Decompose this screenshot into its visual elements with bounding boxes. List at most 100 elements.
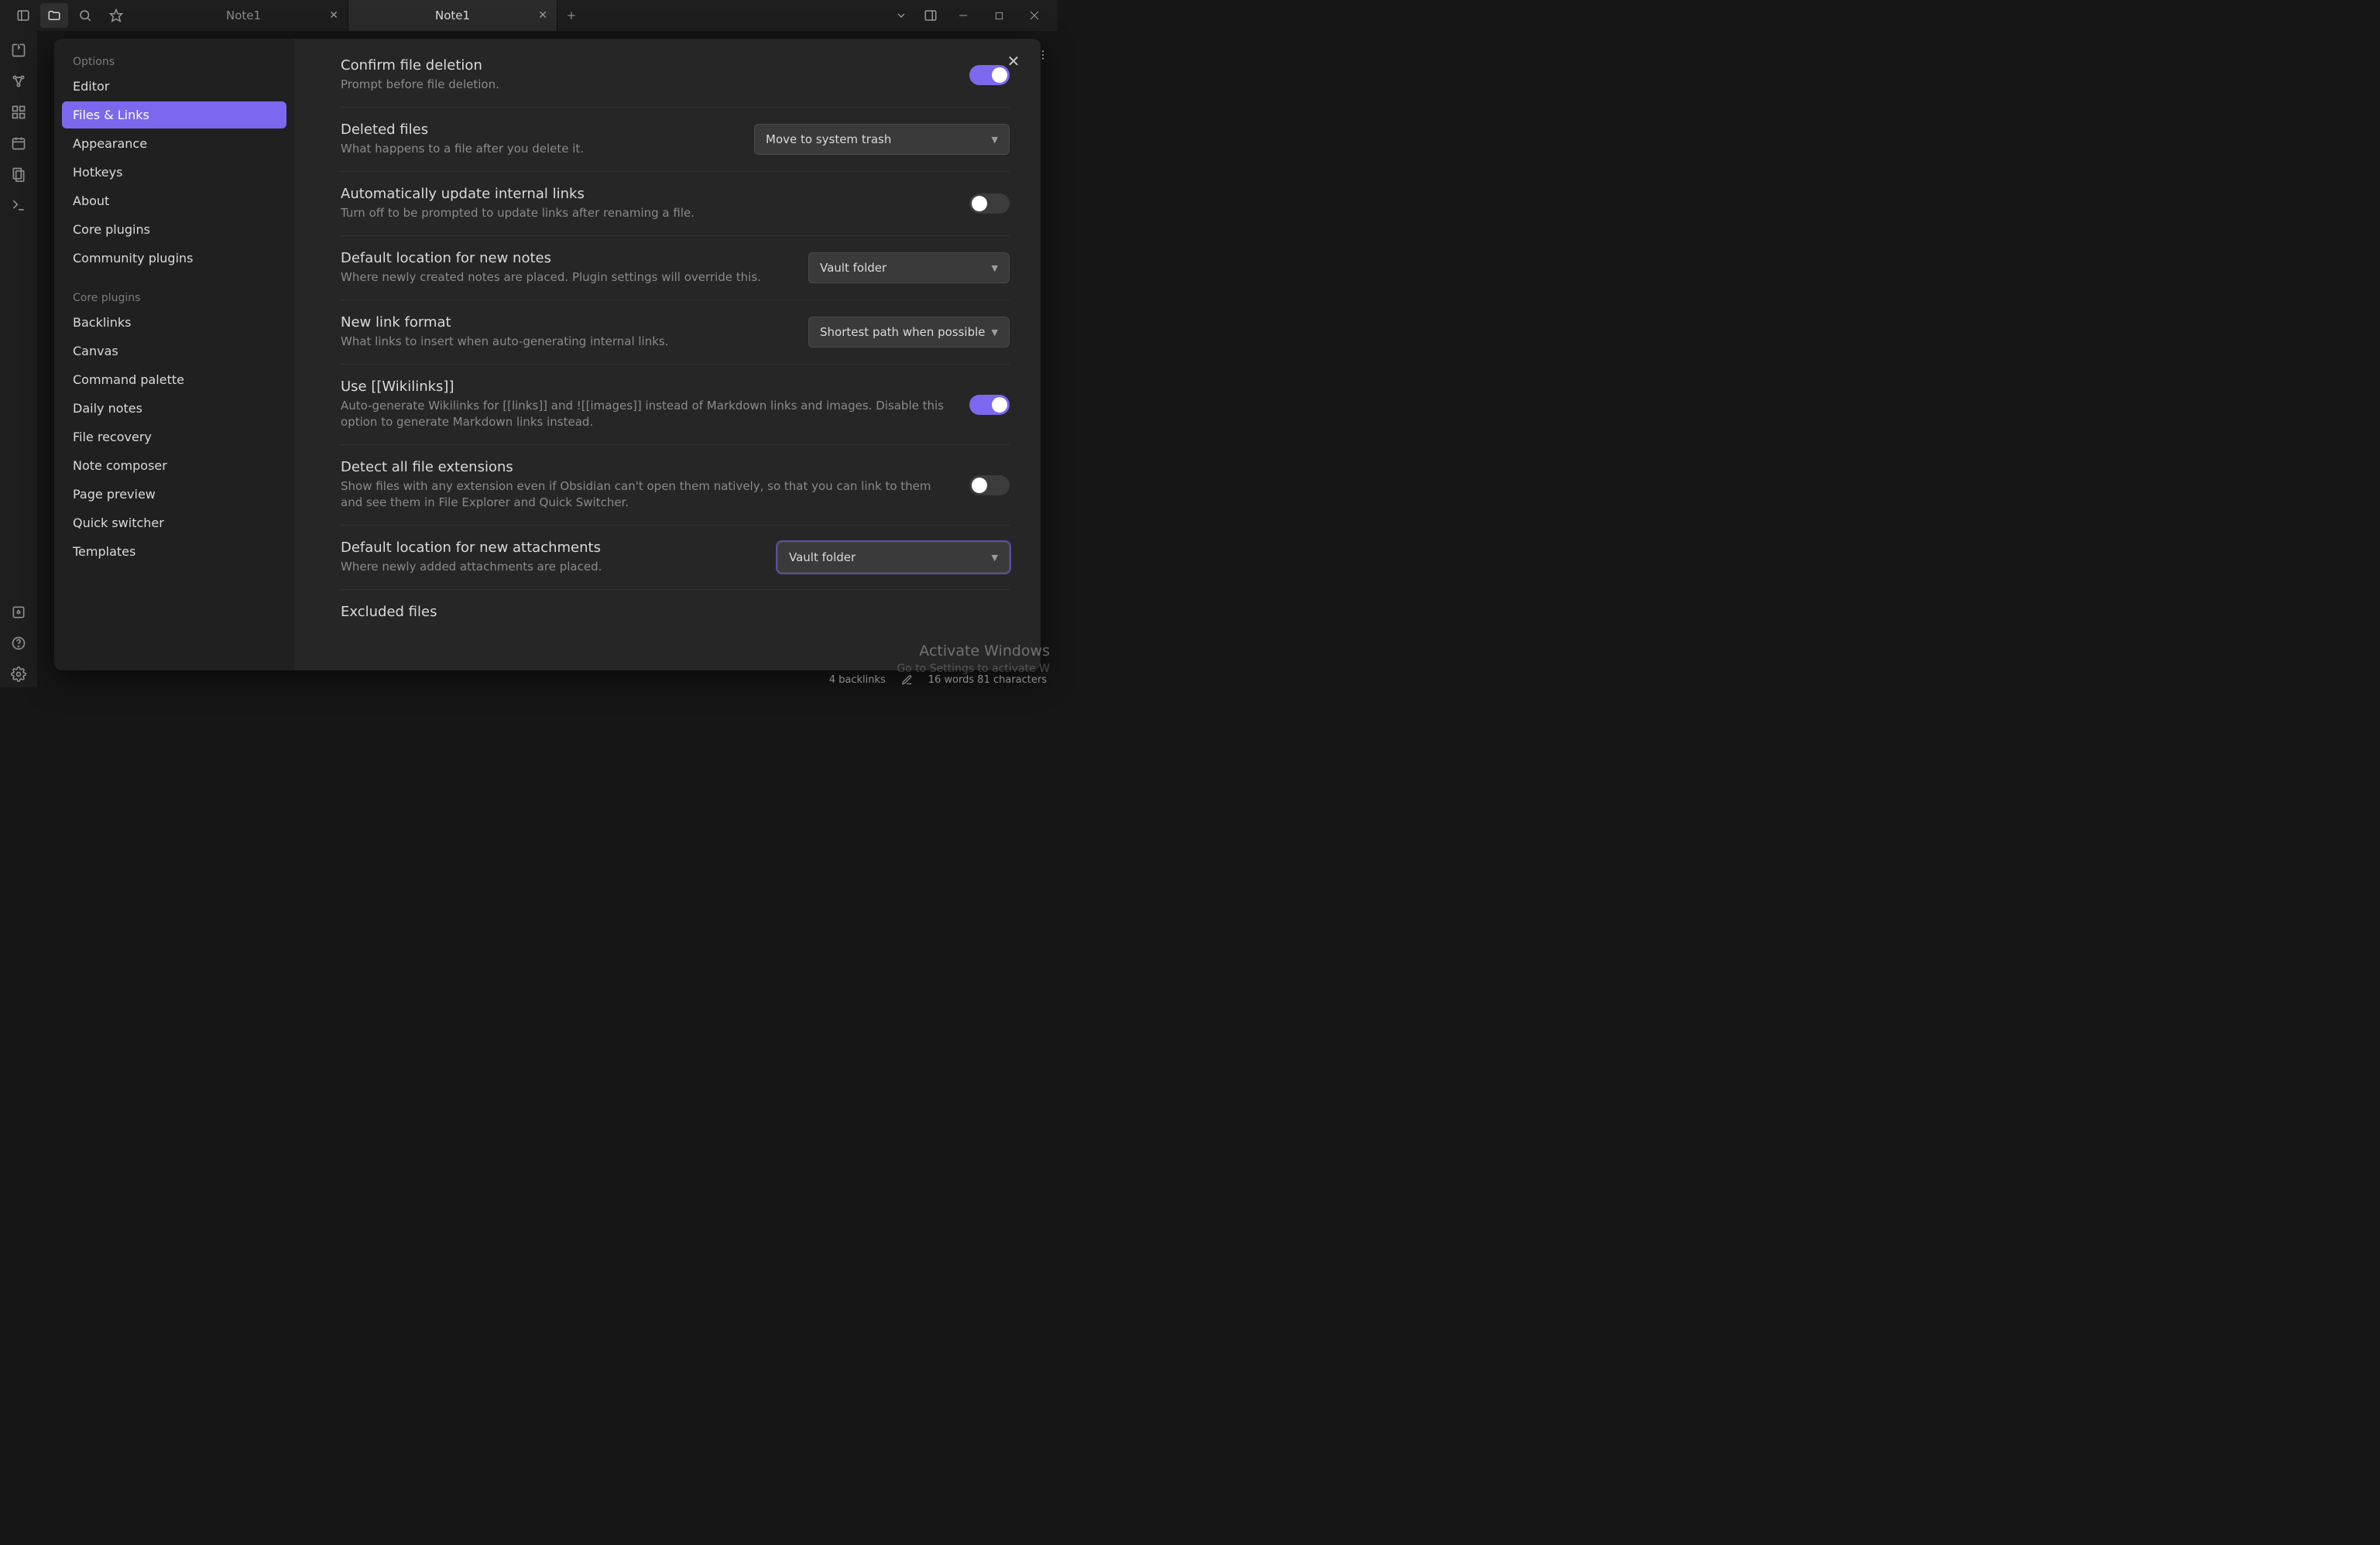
setting-title: Detect all file extensions [341, 459, 946, 475]
setting-title: Confirm file deletion [341, 57, 946, 74]
left-ribbon [0, 31, 37, 687]
settings-modal: Options Editor Files & Links Appearance … [54, 39, 1041, 670]
nav-page-preview[interactable]: Page preview [62, 481, 286, 508]
chevron-down-icon: ▼ [992, 263, 998, 273]
collapse-sidebar-button[interactable] [9, 3, 37, 28]
dropdown-value: Shortest path when possible [820, 325, 986, 339]
edit-mode-icon[interactable] [901, 674, 913, 686]
window-maximize[interactable] [982, 3, 1016, 28]
tab-strip: Note1 ✕ Note1 ✕ [139, 0, 887, 31]
right-sidebar-toggle[interactable] [917, 3, 945, 28]
setting-confirm-delete: Confirm file deletion Prompt before file… [341, 43, 1010, 108]
titlebar-left [3, 3, 130, 28]
tab-note1-active[interactable]: Note1 ✕ [348, 0, 557, 31]
nav-appearance[interactable]: Appearance [62, 130, 286, 157]
setting-desc: Turn off to be prompted to update links … [341, 205, 946, 221]
status-backlinks[interactable]: 4 backlinks [829, 674, 886, 686]
nav-backlinks[interactable]: Backlinks [62, 309, 286, 336]
close-icon[interactable]: ✕ [329, 9, 338, 22]
setting-title: Excluded files [341, 604, 1010, 620]
dropdown-attachment-location[interactable]: Vault folder ▼ [777, 542, 1010, 573]
nav-about[interactable]: About [62, 187, 286, 214]
nav-quick-switcher[interactable]: Quick switcher [62, 509, 286, 536]
nav-editor[interactable]: Editor [62, 73, 286, 100]
canvas-icon[interactable] [5, 99, 32, 125]
dropdown-value: Move to system trash [766, 132, 891, 146]
setting-desc: What happens to a file after you delete … [341, 141, 731, 157]
new-tab-button[interactable] [557, 0, 585, 31]
setting-title: Automatically update internal links [341, 186, 946, 202]
nav-hotkeys[interactable]: Hotkeys [62, 159, 286, 186]
bookmark-button[interactable] [102, 3, 130, 28]
status-wordcount[interactable]: 16 words 81 characters [928, 674, 1047, 686]
toggle-use-wikilinks[interactable] [969, 395, 1010, 415]
status-bar: 4 backlinks 16 words 81 characters [829, 674, 1047, 686]
workspace: Options Editor Files & Links Appearance … [37, 31, 1058, 687]
setting-excluded-files: Excluded files [341, 590, 1010, 628]
nav-file-recovery[interactable]: File recovery [62, 423, 286, 450]
tab-note1-inactive[interactable]: Note1 ✕ [139, 0, 348, 31]
dropdown-new-link-format[interactable]: Shortest path when possible ▼ [808, 317, 1010, 348]
setting-use-wikilinks: Use [[Wikilinks]] Auto-generate Wikilink… [341, 365, 1010, 445]
setting-desc: Where newly added attachments are placed… [341, 559, 754, 575]
nav-canvas[interactable]: Canvas [62, 337, 286, 365]
nav-note-composer[interactable]: Note composer [62, 452, 286, 479]
tab-dropdown-button[interactable] [887, 3, 915, 28]
nav-community-plugins[interactable]: Community plugins [62, 245, 286, 272]
graph-view-icon[interactable] [5, 68, 32, 94]
daily-note-icon[interactable] [5, 130, 32, 156]
setting-desc: Show files with any extension even if Ob… [341, 478, 946, 511]
quick-switcher-icon[interactable] [5, 37, 32, 63]
chevron-down-icon: ▼ [992, 135, 998, 145]
dropdown-new-note-location[interactable]: Vault folder ▼ [808, 252, 1010, 283]
dropdown-value: Vault folder [789, 550, 856, 564]
titlebar-right [887, 3, 1055, 28]
dropdown-value: Vault folder [820, 261, 886, 275]
nav-files-links[interactable]: Files & Links [62, 101, 286, 128]
setting-title: New link format [341, 314, 785, 331]
chevron-down-icon: ▼ [992, 553, 998, 563]
setting-new-note-location: Default location for new notes Where new… [341, 236, 1010, 300]
command-palette-icon[interactable] [5, 192, 32, 218]
titlebar: Note1 ✕ Note1 ✕ [0, 0, 1058, 31]
dropdown-deleted-files[interactable]: Move to system trash ▼ [754, 124, 1010, 155]
more-options-button[interactable] [1031, 43, 1055, 67]
nav-daily-notes[interactable]: Daily notes [62, 395, 286, 422]
setting-title: Default location for new attachments [341, 540, 754, 556]
nav-core-plugins[interactable]: Core plugins [62, 216, 286, 243]
setting-new-link-format: New link format What links to insert whe… [341, 300, 1010, 365]
nav-group-heading: Options [73, 56, 286, 68]
nav-command-palette[interactable]: Command palette [62, 366, 286, 393]
nav-templates[interactable]: Templates [62, 538, 286, 565]
setting-detect-extensions: Detect all file extensions Show files wi… [341, 445, 1010, 526]
tab-label: Note1 [226, 9, 261, 22]
toggle-confirm-delete[interactable] [969, 65, 1010, 85]
window-minimize[interactable] [946, 3, 980, 28]
setting-title: Use [[Wikilinks]] [341, 379, 946, 395]
app-body: Options Editor Files & Links Appearance … [0, 31, 1058, 687]
vault-icon[interactable] [5, 599, 32, 625]
chevron-down-icon: ▼ [992, 327, 998, 337]
toggle-detect-extensions[interactable] [969, 475, 1010, 495]
window-close[interactable] [1017, 3, 1051, 28]
toggle-auto-update-links[interactable] [969, 194, 1010, 214]
setting-title: Default location for new notes [341, 250, 785, 266]
setting-desc: Auto-generate Wikilinks for [[links]] an… [341, 398, 946, 430]
settings-nav: Options Editor Files & Links Appearance … [54, 39, 294, 670]
setting-deleted-files: Deleted files What happens to a file aft… [341, 108, 1010, 172]
setting-attachment-location: Default location for new attachments Whe… [341, 526, 1010, 590]
search-button[interactable] [71, 3, 99, 28]
setting-desc: What links to insert when auto-generatin… [341, 334, 785, 350]
settings-body: ✕ Confirm file deletion Prompt before fi… [294, 39, 1041, 670]
setting-desc: Where newly created notes are placed. Pl… [341, 269, 785, 286]
setting-title: Deleted files [341, 122, 731, 138]
nav-group-heading: Core plugins [73, 292, 286, 304]
templates-icon[interactable] [5, 161, 32, 187]
settings-icon[interactable] [5, 661, 32, 687]
tab-label: Note1 [435, 9, 470, 22]
setting-auto-update-links: Automatically update internal links Turn… [341, 172, 1010, 236]
close-icon[interactable]: ✕ [538, 9, 547, 22]
vault-folder-button[interactable] [40, 3, 68, 28]
setting-desc: Prompt before file deletion. [341, 77, 946, 93]
help-icon[interactable] [5, 630, 32, 656]
